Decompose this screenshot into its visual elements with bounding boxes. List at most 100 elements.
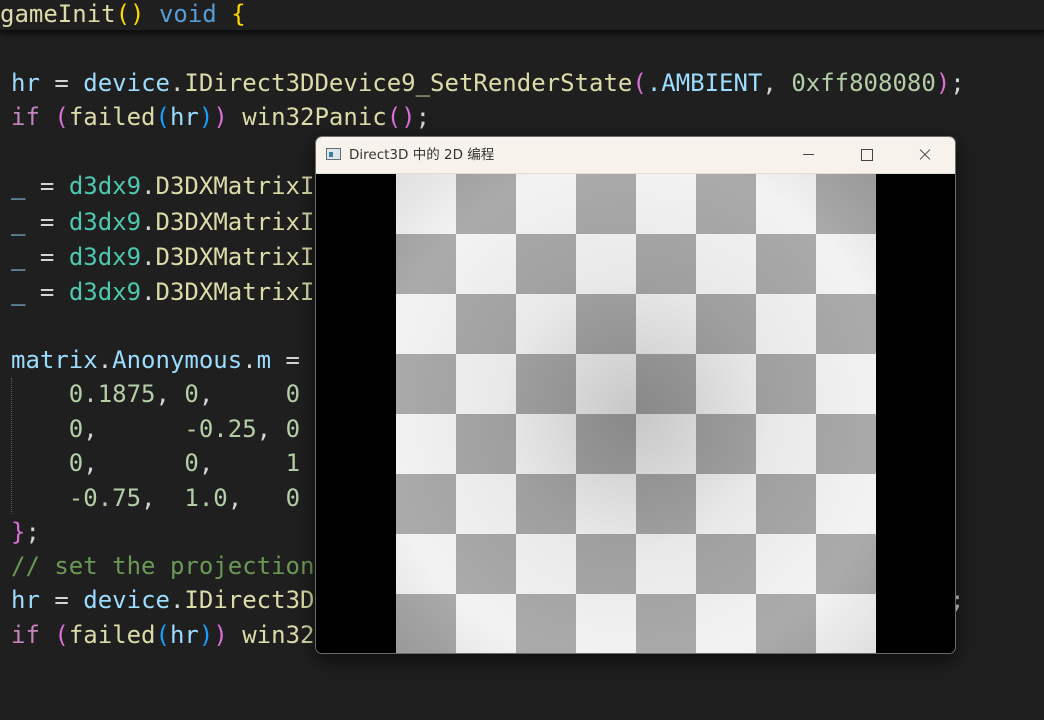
- checker-cell: [456, 354, 516, 414]
- code-token: if: [11, 621, 40, 649]
- code-line: hr = device.IDirect3DDevice9_SetRenderSt…: [11, 66, 965, 100]
- code-token: =: [25, 278, 69, 306]
- checker-cell: [756, 234, 816, 294]
- code-token: ): [198, 103, 214, 131]
- code-token: =: [39, 586, 84, 614]
- checker-cell: [756, 594, 816, 653]
- checker-cell: [456, 414, 516, 474]
- code-token: -0.75: [68, 484, 142, 512]
- code-line: if (failed(hr)) win32Panic();: [11, 100, 430, 134]
- code-token: (: [54, 103, 69, 131]
- maximize-button[interactable]: [838, 137, 896, 173]
- code-token: device: [83, 586, 170, 614]
- code-token: ,: [762, 69, 792, 97]
- checker-cell: [576, 174, 636, 234]
- checker-cell: [816, 354, 876, 414]
- code-token: 0: [285, 380, 301, 408]
- code-token: .: [141, 278, 156, 306]
- checker-cell: [396, 234, 456, 294]
- code-token: .: [141, 243, 156, 271]
- checker-cell: [516, 294, 576, 354]
- code-line: // set the projection: [11, 549, 314, 583]
- code-token: =: [25, 172, 69, 200]
- checker-cell: [396, 294, 456, 354]
- checker-cell: [696, 174, 756, 234]
- checker-cell: [576, 294, 636, 354]
- minimize-button[interactable]: [780, 137, 838, 173]
- checker-cell: [696, 294, 756, 354]
- code-token: if: [11, 103, 40, 131]
- checker-cell: [576, 474, 636, 534]
- close-button[interactable]: [896, 137, 954, 173]
- code-token: (): [386, 103, 416, 131]
- code-token: =: [271, 346, 301, 374]
- code-token: ,: [198, 449, 286, 477]
- checker-cell: [636, 174, 696, 234]
- checker-cell: [636, 294, 696, 354]
- code-token: =: [25, 243, 69, 271]
- code-token: .: [242, 346, 257, 374]
- code-token: _: [11, 278, 26, 306]
- checker-cell: [456, 294, 516, 354]
- code-line: if (failed(hr)) win32: [11, 618, 314, 652]
- checker-cell: [516, 534, 576, 594]
- render-viewport[interactable]: [316, 174, 955, 653]
- code-line: _ = d3dx9.D3DXMatrixI: [11, 169, 314, 203]
- checker-cell: [696, 234, 756, 294]
- checker-cell: [816, 174, 876, 234]
- checker-cell: [576, 354, 636, 414]
- window-title-bar[interactable]: Direct3D 中的 2D 编程: [316, 137, 955, 174]
- checker-cell: [396, 174, 456, 234]
- code-token: 0: [184, 380, 199, 408]
- checker-cell: [516, 354, 576, 414]
- checker-cell: [816, 474, 876, 534]
- code-token: 0: [285, 484, 301, 512]
- checker-cell: [516, 474, 576, 534]
- checkerboard: [396, 174, 876, 653]
- code-token: 0: [285, 415, 301, 443]
- code-token: hr: [11, 69, 40, 97]
- code-token: _: [11, 243, 26, 271]
- checker-cell: [516, 414, 576, 474]
- code-token: win32Panic: [242, 103, 387, 131]
- code-token: ,: [155, 380, 185, 408]
- checker-cell: [456, 174, 516, 234]
- checker-cell: [576, 414, 636, 474]
- app-window-icon: [326, 148, 341, 160]
- code-token: .: [141, 208, 156, 236]
- checker-cell: [636, 234, 696, 294]
- code-token: 0: [184, 449, 199, 477]
- checker-cell: [456, 534, 516, 594]
- code-token: D3DXMatrixI: [155, 278, 315, 306]
- checker-cell: [756, 294, 816, 354]
- code-token: ,: [227, 484, 286, 512]
- code-token: d3dx9: [68, 278, 142, 306]
- checker-cell: [636, 474, 696, 534]
- code-token: (: [632, 69, 647, 97]
- code-token: (: [155, 103, 170, 131]
- code-token: .: [97, 346, 113, 374]
- code-token: .AMBIENT: [646, 69, 763, 97]
- code-token: ): [198, 621, 214, 649]
- code-line: 0, 0, 1: [11, 446, 300, 480]
- code-token: _: [11, 172, 26, 200]
- checker-cell: [696, 474, 756, 534]
- checker-cell: [576, 234, 636, 294]
- checker-cell: [636, 414, 696, 474]
- code-token: -0.25: [184, 415, 257, 443]
- code-token: ): [213, 621, 228, 649]
- code-token: Anonymous: [112, 346, 243, 374]
- code-line: matrix.Anonymous.m =: [11, 343, 300, 377]
- checker-cell: [816, 414, 876, 474]
- checker-cell: [456, 594, 516, 653]
- checker-cell: [396, 594, 456, 653]
- code-token: .: [141, 172, 156, 200]
- code-token: gameInit: [0, 0, 116, 28]
- direct3d-app-window[interactable]: Direct3D 中的 2D 编程: [315, 136, 956, 654]
